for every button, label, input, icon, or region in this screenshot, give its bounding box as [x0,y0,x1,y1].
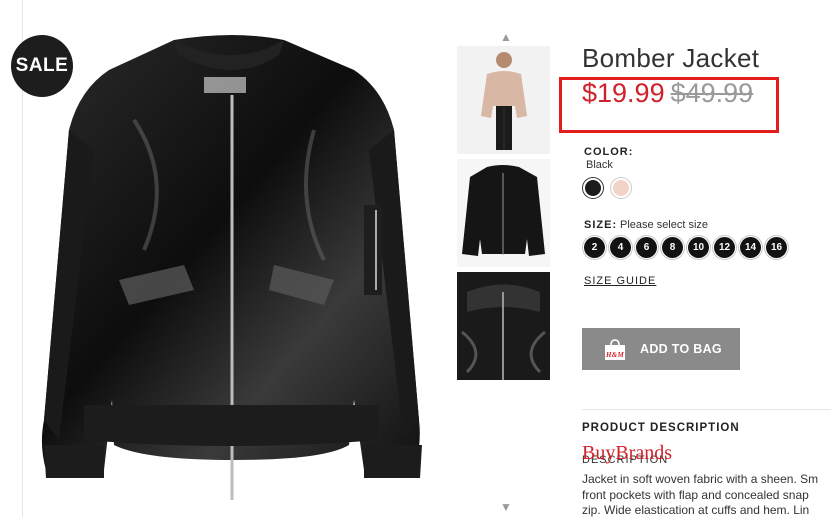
thumbnail-model[interactable] [457,46,550,154]
size-option-16[interactable]: 16 [766,237,787,258]
swatch-black[interactable] [583,178,603,198]
price-highlight-box [559,77,779,133]
description-line-1: Jacket in soft woven fabric with a sheen… [582,472,819,486]
sale-badge: SALE [11,35,73,97]
thumbnail-front[interactable] [457,159,550,267]
section-divider [582,409,831,410]
shopping-bag-icon: H&M [605,338,625,360]
chevron-up-icon[interactable]: ▲ [500,30,512,44]
size-option-12[interactable]: 12 [714,237,735,258]
size-label: SIZE: [584,219,618,231]
size-hint: Please select size [620,219,709,231]
main-product-image[interactable] [24,0,444,517]
size-option-4[interactable]: 4 [610,237,631,258]
size-option-10[interactable]: 10 [688,237,709,258]
bomber-jacket-image [41,35,422,500]
bag-logo: H&M [605,351,624,359]
size-option-14[interactable]: 14 [740,237,761,258]
size-options: 2 4 6 8 10 12 14 16 [584,237,787,258]
chevron-down-icon[interactable]: ▼ [500,500,512,514]
size-option-2[interactable]: 2 [584,237,605,258]
size-option-8[interactable]: 8 [662,237,683,258]
jacket-front-photo [457,159,550,267]
watermark-text: BuyBrands [582,442,672,464]
description-line-3: zip. Wide elastication at cuffs and hem.… [582,503,810,517]
description-text: Jacket in soft woven fabric with a sheen… [582,472,831,519]
jacket-detail-photo [457,272,550,380]
description-line-2: front pockets with flap and concealed sn… [582,487,809,502]
add-to-bag-label: ADD TO BAG [640,342,722,356]
model-photo [457,46,550,154]
thumbnail-detail[interactable] [457,272,550,380]
size-guide-link[interactable]: SIZE GUIDE [584,275,656,287]
swatch-pink[interactable] [611,178,631,198]
color-label: COLOR: [584,146,634,158]
product-title: Bomber Jacket [582,43,760,73]
add-to-bag-button[interactable]: H&M ADD TO BAG [582,328,740,370]
size-option-6[interactable]: 6 [636,237,657,258]
product-description-heading: PRODUCT DESCRIPTION [582,422,740,434]
selected-color: Black [586,159,613,171]
